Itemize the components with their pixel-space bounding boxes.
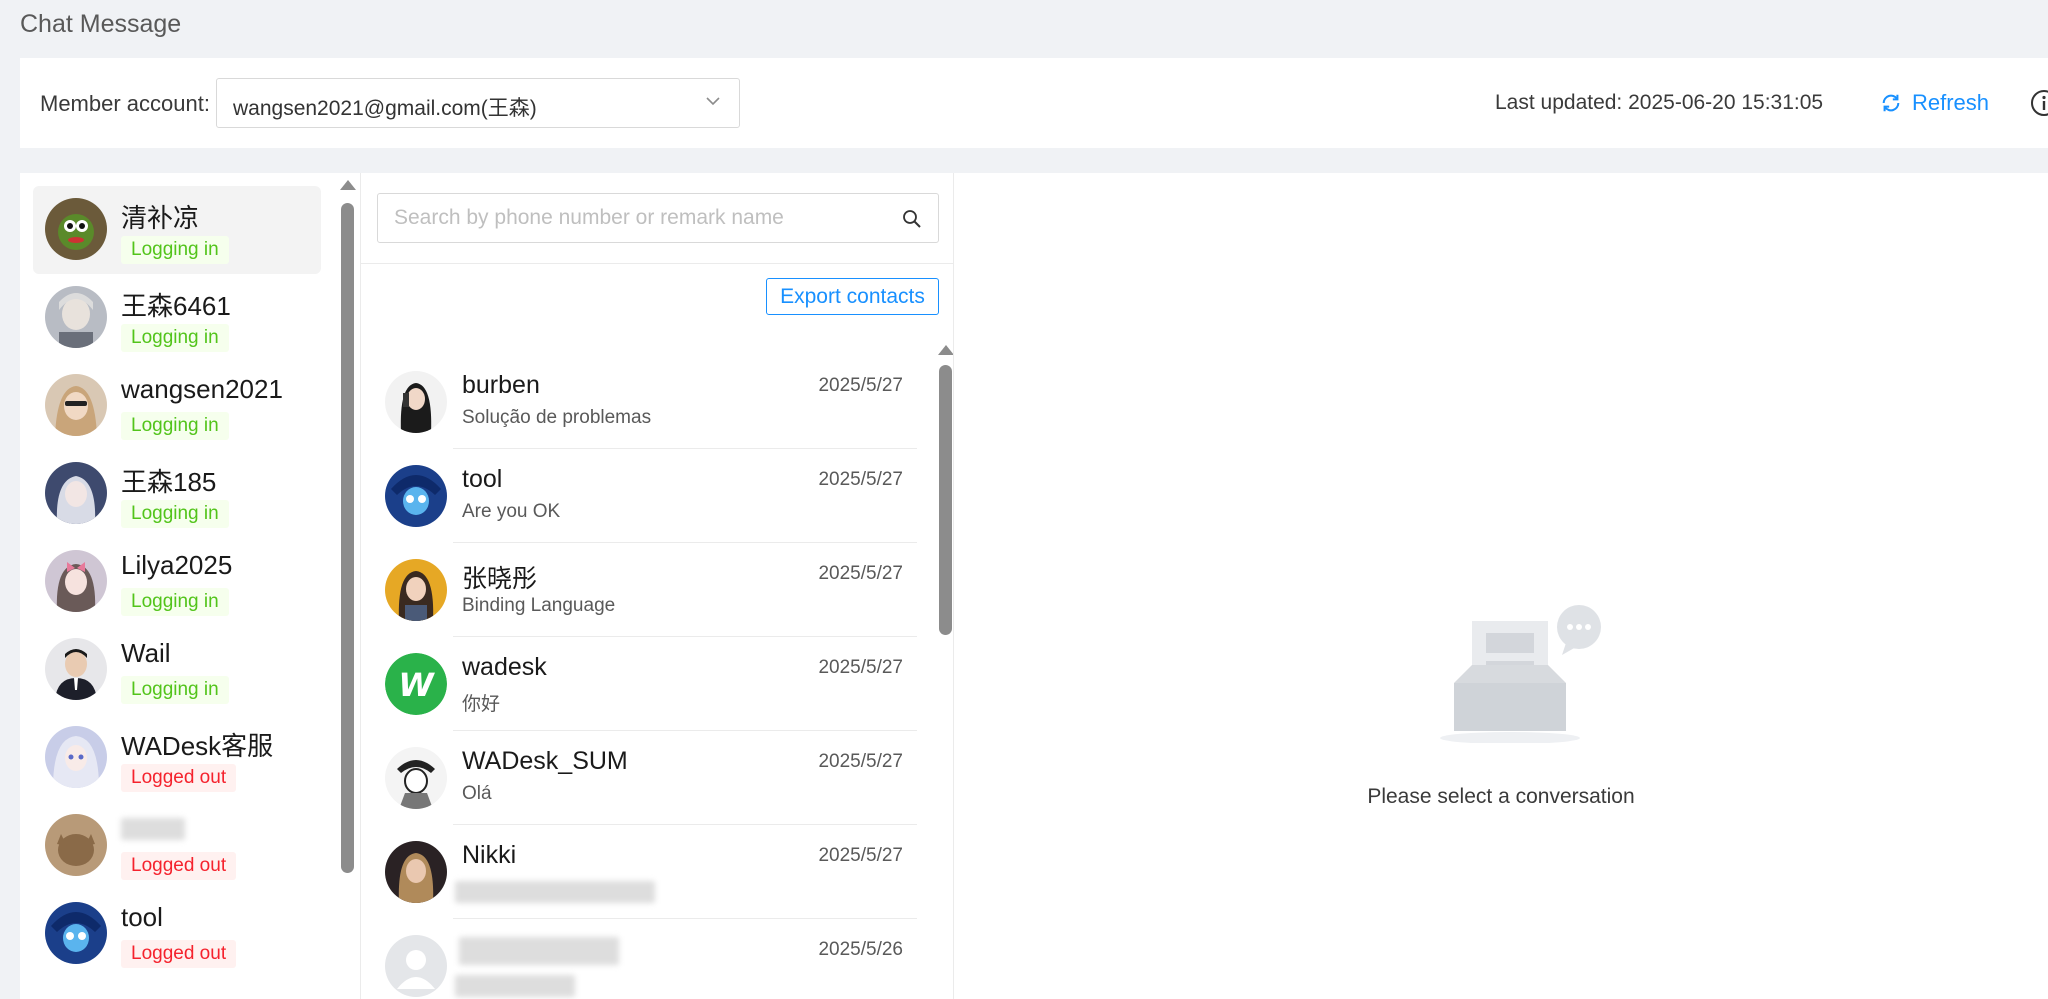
avatar [45, 550, 107, 612]
avatar [385, 465, 447, 527]
redacted-name [121, 818, 185, 840]
account-item[interactable]: Lilya2025 Logging in [33, 538, 321, 626]
account-item[interactable]: Logged out [33, 802, 321, 890]
scrollbar-thumb[interactable] [939, 365, 952, 635]
scroll-up-arrow-icon[interactable] [938, 345, 953, 355]
account-item[interactable]: tool Logged out [33, 890, 321, 978]
contact-item[interactable]: 张晓彤 Binding Language 2025/5/27 [377, 543, 917, 637]
svg-text:W: W [398, 666, 435, 704]
contact-list-panel: Export contacts burben Solução de proble… [360, 173, 954, 999]
avatar [385, 559, 447, 621]
account-name: Wail [121, 638, 171, 668]
account-list-scrollbar[interactable] [338, 173, 356, 999]
contact-list-scrollbar[interactable] [936, 338, 953, 999]
account-name: wangsen2021 [121, 374, 283, 404]
member-account-label: Member account: [40, 91, 210, 116]
contact-item[interactable]: W wadesk 你好 2025/5/27 [377, 637, 917, 731]
divider [361, 263, 953, 264]
refresh-button[interactable]: Refresh [1880, 88, 1989, 118]
member-account-value: wangsen2021@gmail.com(王森) [233, 97, 537, 120]
avatar [45, 198, 107, 260]
redacted-preview [455, 975, 575, 997]
avatar [45, 902, 107, 964]
empty-state-text: Please select a conversation [1367, 785, 1635, 808]
message-preview: Are you OK [462, 501, 561, 522]
contact-item[interactable]: Nikki 2025/5/27 [377, 825, 917, 919]
status-badge: Logging in [121, 500, 229, 528]
contact-name: tool [462, 465, 503, 493]
refresh-label: Refresh [1912, 90, 1990, 115]
status-badge: Logging in [121, 676, 229, 704]
account-list: 清补凉 Logging in 王森6461 Logging in wangsen… [20, 173, 360, 999]
contact-search[interactable] [377, 193, 939, 243]
page-title: Chat Message [20, 10, 182, 38]
message-preview: 你好 [462, 694, 501, 715]
search-input[interactable] [394, 194, 894, 242]
message-date: 2025/5/26 [818, 939, 903, 960]
message-date: 2025/5/27 [818, 657, 903, 678]
chat-panel: Please select a conversation [954, 173, 2048, 999]
contact-name: wadesk [462, 653, 547, 681]
account-name: 王森185 [121, 467, 217, 497]
status-badge: Logged out [121, 764, 237, 792]
contact-name: burben [462, 371, 540, 399]
chevron-down-icon [706, 97, 720, 106]
contact-item[interactable]: tool Are you OK 2025/5/27 [377, 449, 917, 543]
avatar [385, 747, 447, 809]
message-preview: Olá [462, 783, 492, 804]
contact-name: Nikki [462, 841, 517, 869]
account-name: 清补凉 [121, 203, 200, 233]
avatar: W [385, 653, 447, 715]
redacted-preview [455, 881, 655, 903]
avatar [45, 814, 107, 876]
account-name: 王森6461 [121, 291, 231, 321]
message-date: 2025/5/27 [818, 375, 903, 396]
account-item[interactable]: WADesk客服 Logged out [33, 714, 321, 802]
avatar [45, 286, 107, 348]
refresh-icon [1882, 94, 1900, 112]
message-date: 2025/5/27 [818, 469, 903, 490]
account-item[interactable]: 王森6461 Logging in [33, 274, 321, 362]
status-badge: Logged out [121, 852, 237, 880]
status-badge: Logging in [121, 324, 229, 352]
message-preview: Binding Language [462, 595, 616, 616]
member-account-select[interactable]: wangsen2021@gmail.com(王森) [216, 78, 740, 128]
status-badge: Logged out [121, 940, 237, 968]
message-date: 2025/5/27 [818, 751, 903, 772]
message-date: 2025/5/27 [818, 563, 903, 584]
avatar [45, 638, 107, 700]
info-icon[interactable] [2030, 89, 2048, 117]
contact-name: WADesk_SUM [462, 747, 628, 775]
account-item[interactable]: 清补凉 Logging in [33, 186, 321, 274]
avatar [385, 371, 447, 433]
avatar [45, 462, 107, 524]
avatar [385, 935, 447, 997]
account-item[interactable]: 王森185 Logging in [33, 450, 321, 538]
account-name: tool [121, 902, 163, 932]
avatar [45, 726, 107, 788]
message-date: 2025/5/27 [818, 845, 903, 866]
scrollbar-thumb[interactable] [341, 203, 354, 873]
message-preview: Solução de problemas [462, 407, 652, 428]
account-item[interactable]: Wail Logging in [33, 626, 321, 714]
account-name: WADesk客服 [121, 731, 274, 761]
member-toolbar: Member account: wangsen2021@gmail.com(王森… [20, 58, 2048, 148]
account-name: Lilya2025 [121, 550, 233, 580]
status-badge: Logging in [121, 588, 229, 616]
contact-item[interactable]: WADesk_SUM Olá 2025/5/27 [377, 731, 917, 825]
empty-inbox-icon [1440, 605, 1601, 743]
status-badge: Logging in [121, 412, 229, 440]
contact-item[interactable]: burben Solução de problemas 2025/5/27 [377, 355, 917, 449]
search-icon[interactable] [902, 209, 922, 229]
contact-item[interactable]: 2025/5/26 [377, 919, 917, 999]
status-badge: Logging in [121, 236, 229, 264]
account-item[interactable]: wangsen2021 Logging in [33, 362, 321, 450]
avatar [45, 374, 107, 436]
avatar [385, 841, 447, 903]
contact-name: 张晓彤 [462, 565, 538, 593]
scroll-up-arrow-icon[interactable] [340, 180, 356, 190]
redacted-name [459, 937, 619, 965]
last-updated-text: Last updated: 2025-06-20 15:31:05 [1495, 91, 1824, 114]
export-contacts-button[interactable]: Export contacts [766, 278, 939, 315]
